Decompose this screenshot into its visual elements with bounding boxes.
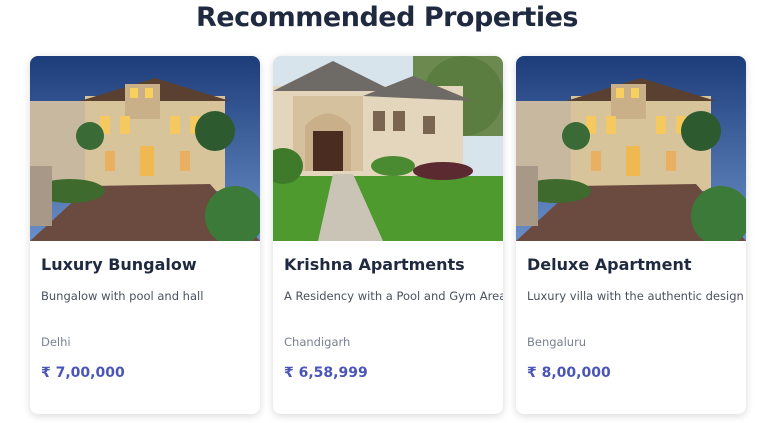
property-card[interactable]: Luxury Bungalow Bungalow with pool and h… — [30, 56, 260, 414]
property-image[interactable] — [273, 56, 503, 241]
property-image[interactable] — [516, 56, 746, 241]
property-location: Bengaluru — [527, 335, 587, 349]
property-name[interactable]: Deluxe Apartment — [527, 255, 691, 274]
property-price: ₹ 7,00,000 — [41, 365, 125, 381]
property-name[interactable]: Luxury Bungalow — [41, 255, 197, 274]
property-location: Delhi — [41, 335, 71, 349]
property-description: Luxury villa with the authentic design — [527, 289, 744, 303]
property-card[interactable]: Deluxe Apartment Luxury villa with the a… — [516, 56, 746, 414]
property-description: Bungalow with pool and hall — [41, 289, 204, 303]
section-title: Recommended Properties — [196, 2, 578, 33]
property-location: Chandigarh — [284, 335, 351, 349]
property-name[interactable]: Krishna Apartments — [284, 255, 465, 274]
property-card[interactable]: Krishna Apartments A Residency with a Po… — [273, 56, 503, 414]
property-price: ₹ 8,00,000 — [527, 365, 611, 381]
property-description: A Residency with a Pool and Gym Area — [284, 289, 503, 303]
property-image[interactable] — [30, 56, 260, 241]
property-price: ₹ 6,58,999 — [284, 365, 368, 381]
